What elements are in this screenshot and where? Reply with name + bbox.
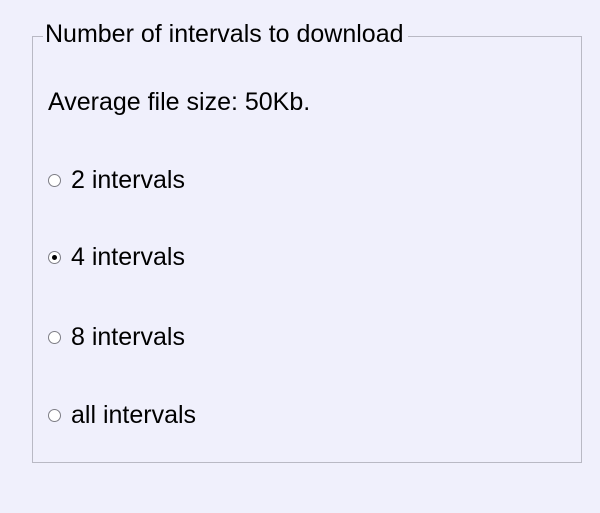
average-file-size-text: Average file size: 50Kb. bbox=[48, 88, 311, 116]
radio-button-2-intervals[interactable] bbox=[48, 173, 61, 187]
group-title: Number of intervals to download bbox=[43, 17, 408, 51]
radio-label-8-intervals[interactable]: 8 intervals bbox=[71, 320, 185, 354]
radio-option-2-intervals[interactable]: 2 intervals bbox=[48, 163, 185, 197]
radio-option-4-intervals[interactable]: 4 intervals bbox=[48, 240, 185, 274]
radio-option-8-intervals[interactable]: 8 intervals bbox=[48, 320, 185, 354]
download-settings-panel: Number of intervals to download Average … bbox=[0, 0, 600, 513]
intervals-group-box: Number of intervals to download Average … bbox=[32, 17, 582, 463]
radio-button-4-intervals[interactable] bbox=[48, 250, 61, 264]
radio-label-all-intervals[interactable]: all intervals bbox=[71, 398, 196, 432]
radio-dot-icon bbox=[52, 254, 57, 260]
radio-option-all-intervals[interactable]: all intervals bbox=[48, 398, 196, 432]
radio-label-2-intervals[interactable]: 2 intervals bbox=[71, 163, 185, 197]
radio-button-all-intervals[interactable] bbox=[48, 408, 61, 422]
radio-label-4-intervals[interactable]: 4 intervals bbox=[71, 240, 185, 274]
radio-button-8-intervals[interactable] bbox=[48, 330, 61, 344]
